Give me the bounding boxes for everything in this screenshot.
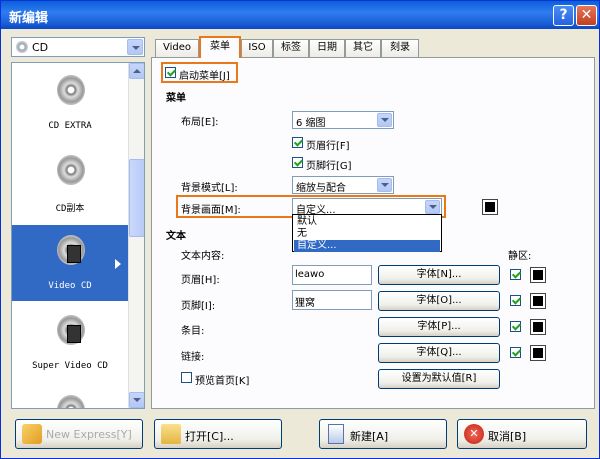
footer-row-checkbox[interactable] <box>292 157 303 168</box>
section-menu-heading: 菜单 <box>166 93 186 104</box>
font-p-button[interactable]: 字体[P]... <box>378 317 500 337</box>
scroll-down-icon[interactable] <box>129 392 144 408</box>
new-button[interactable]: 新建[A] <box>319 419 447 449</box>
super-video-cd-icon <box>57 315 85 345</box>
cd-music-icon <box>57 75 85 105</box>
list-item-cd-extra[interactable]: CD EXTRA <box>12 65 128 141</box>
chevron-down-icon[interactable] <box>425 200 440 214</box>
header-text-input[interactable]: leawo <box>292 265 372 285</box>
bg-picture-dropdown-list: 默认 无 自定义... <box>292 214 442 252</box>
open-button[interactable]: 打开[C]... <box>154 419 282 449</box>
list-item-label: CD EXTRA <box>48 121 92 131</box>
item-color-swatch[interactable] <box>530 319 546 335</box>
cd-icon <box>16 41 28 53</box>
disc-type-value: CD <box>32 41 49 54</box>
font-q-button[interactable]: 字体[Q]... <box>378 343 500 363</box>
tab-burn[interactable]: 刻录 <box>381 39 419 57</box>
enable-menu-checkbox[interactable] <box>165 67 176 78</box>
tab-other[interactable]: 其它 <box>345 39 381 57</box>
cancel-button[interactable]: ✕ 取消[B] <box>457 419 587 449</box>
tab-iso[interactable]: ISO <box>241 39 273 57</box>
link-label: 链接: <box>181 352 205 363</box>
video-cd-icon <box>57 235 85 265</box>
section-text-heading: 文本 <box>166 231 186 242</box>
hotspot-label: 静区: <box>508 251 532 262</box>
new-compilation-dialog: 新编辑 ? ✕ CD CD EXTRA CD副本 Video CD Super … <box>0 0 600 459</box>
help-button[interactable]: ? <box>553 5 574 26</box>
scroll-up-icon[interactable] <box>129 63 144 79</box>
header-hotspot-checkbox[interactable] <box>510 269 521 280</box>
footer-row-label: 页脚行[G] <box>306 161 352 172</box>
open-label: 打开[C]... <box>185 430 234 443</box>
list-item-cd-copy[interactable]: CD副本 <box>12 145 128 221</box>
layout-value: 6 缩图 <box>296 118 326 129</box>
list-item-partial[interactable] <box>12 385 128 408</box>
tab-label[interactable]: 标签 <box>273 39 309 57</box>
item-hotspot-checkbox[interactable] <box>510 321 521 332</box>
list-item-label: Video CD <box>48 281 92 291</box>
window-title: 新编辑 <box>9 11 49 26</box>
new-label: 新建[A] <box>350 430 389 443</box>
layout-label: 布局[E]: <box>181 117 219 128</box>
option-none[interactable]: 无 <box>294 228 440 240</box>
new-document-icon <box>328 424 344 444</box>
option-custom[interactable]: 自定义... <box>294 240 440 252</box>
disc-list-scrollbar[interactable] <box>128 63 144 408</box>
disc-format-list: CD EXTRA CD副本 Video CD Super Video CD <box>11 62 145 409</box>
chevron-down-icon[interactable] <box>377 178 392 192</box>
link-color-swatch[interactable] <box>530 345 546 361</box>
list-item-label: Super Video CD <box>32 361 108 371</box>
title-bar: 新编辑 ? ✕ <box>1 1 599 29</box>
header-text-label: 页眉[H]: <box>181 275 220 286</box>
footer-text-label: 页脚[I]: <box>181 301 216 312</box>
express-icon <box>22 424 42 444</box>
scrollbar-thumb[interactable] <box>129 159 144 237</box>
tab-date[interactable]: 日期 <box>309 39 345 57</box>
close-button[interactable]: ✕ <box>576 5 597 26</box>
disc-type-select[interactable]: CD <box>11 37 145 57</box>
bg-mode-value: 缩放与配合 <box>296 183 346 194</box>
list-item-super-video-cd[interactable]: Super Video CD <box>12 305 128 381</box>
list-item-video-cd[interactable]: Video CD <box>12 225 128 301</box>
bg-mode-select[interactable]: 缩放与配合 <box>292 176 394 194</box>
list-item-label: CD副本 <box>55 204 85 214</box>
folder-open-icon <box>161 424 181 444</box>
new-express-label: New Express[Y] <box>46 428 132 441</box>
font-o-button[interactable]: 字体[O]... <box>378 291 500 311</box>
chevron-down-icon[interactable] <box>377 113 392 127</box>
selected-arrow-icon <box>115 259 121 269</box>
enable-menu-label: 启动菜单[J] <box>179 71 230 82</box>
tab-video-cd[interactable]: Video CD <box>155 39 199 69</box>
chevron-down-icon[interactable] <box>127 39 143 55</box>
item-label: 条目: <box>181 326 205 337</box>
header-row-checkbox[interactable] <box>292 137 303 148</box>
preview-first-page-label: 预览首页[K] <box>195 376 250 387</box>
bg-picture-label: 背景画面[M]: <box>181 205 241 216</box>
cancel-icon: ✕ <box>464 424 484 444</box>
footer-hotspot-checkbox[interactable] <box>510 295 521 306</box>
font-n-button[interactable]: 字体[N]... <box>378 265 500 285</box>
header-row-label: 页眉行[F] <box>306 141 350 152</box>
link-hotspot-checkbox[interactable] <box>510 347 521 358</box>
header-color-swatch[interactable] <box>530 267 546 283</box>
option-default[interactable]: 默认 <box>294 216 440 228</box>
footer-text-input[interactable]: 狸窝 <box>292 290 372 310</box>
layout-select[interactable]: 6 缩图 <box>292 111 394 129</box>
set-default-button[interactable]: 设置为默认值[R] <box>378 369 500 389</box>
cancel-label: 取消[B] <box>488 430 527 443</box>
footer-color-swatch[interactable] <box>530 293 546 309</box>
cd-copy-icon <box>57 155 85 185</box>
bg-mode-label: 背景模式[L]: <box>181 183 238 194</box>
new-express-button[interactable]: New Express[Y] <box>15 419 143 449</box>
preview-first-page-checkbox[interactable] <box>181 372 192 383</box>
bg-color-swatch[interactable] <box>482 199 498 215</box>
text-content-label: 文本内容: <box>181 251 225 262</box>
disc-icon <box>57 395 85 408</box>
tab-menu[interactable]: 菜单 <box>199 36 241 58</box>
